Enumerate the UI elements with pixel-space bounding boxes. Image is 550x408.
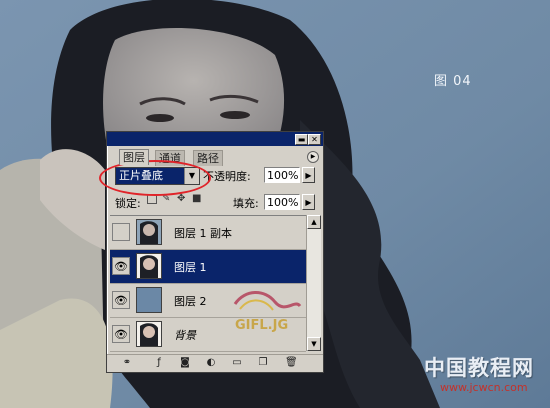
close-icon[interactable]: ✕ (308, 134, 321, 145)
fill-slider-button[interactable]: ▶ (302, 194, 315, 210)
layer-style-icon[interactable]: ƒ (153, 357, 165, 369)
layer-name: 图层 1 (174, 261, 207, 274)
site-url-watermark: www.jcwcn.com (440, 381, 528, 394)
stamp-text: GIFL.JG (235, 318, 288, 333)
layer-thumbnail (136, 219, 162, 245)
lock-all-icon[interactable]: ■ (192, 194, 202, 204)
fill-label: 填充: (233, 197, 259, 210)
decorative-stamp-image: GIFL.JG (233, 291, 302, 333)
mask-icon[interactable]: ◙ (179, 357, 191, 369)
tab-layers[interactable]: 图层 (119, 149, 149, 165)
minimize-icon[interactable]: ▬ (295, 134, 308, 145)
fill-input[interactable]: 100% (264, 194, 300, 210)
lock-label: 锁定: (115, 197, 141, 210)
site-watermark: 中国教程网 (424, 355, 534, 380)
palette-tabs: 图层 通道 路径 ▶ (107, 147, 323, 166)
new-layer-icon[interactable]: ❐ (257, 357, 269, 369)
delete-icon[interactable]: 🗑 (285, 357, 298, 369)
visibility-toggle-empty[interactable] (112, 223, 130, 241)
figure-label: 图 04 (434, 74, 472, 89)
new-group-icon[interactable]: ▭ (231, 357, 243, 369)
layer-row-layer1[interactable]: 👁 图层 1 (110, 250, 306, 284)
layer-row-layer1-copy[interactable]: 图层 1 副本 (110, 216, 306, 250)
layer-thumbnail (136, 287, 162, 313)
palette-titlebar[interactable]: ▬ ✕ (107, 132, 323, 146)
palette-bottom-bar: ⚭ ƒ ◙ ◐ ▭ ❐ 🗑 (107, 354, 323, 372)
eye-icon[interactable]: 👁 (112, 325, 130, 343)
opacity-input[interactable]: 100% (264, 167, 300, 183)
tab-paths[interactable]: 路径 (193, 150, 223, 166)
lock-move-icon[interactable]: ✥ (177, 194, 187, 204)
layer-thumbnail (136, 253, 162, 279)
layer-name: 背景 (174, 329, 196, 342)
annotation-circle (99, 160, 211, 196)
adjustment-icon[interactable]: ◐ (205, 357, 217, 369)
layer-name: 图层 1 副本 (174, 227, 232, 240)
opacity-slider-button[interactable]: ▶ (302, 167, 315, 183)
scroll-up-icon[interactable]: ▲ (307, 215, 321, 229)
layer-name: 图层 2 (174, 295, 207, 308)
palette-menu-icon[interactable]: ▶ (307, 151, 319, 163)
scroll-down-icon[interactable]: ▼ (307, 337, 321, 351)
eye-icon[interactable]: 👁 (112, 257, 130, 275)
layer-list-scrollbar[interactable]: ▲ ▼ (306, 215, 321, 351)
eye-icon[interactable]: 👁 (112, 291, 130, 309)
layer-thumbnail (136, 321, 162, 347)
link-icon[interactable]: ⚭ (121, 357, 133, 369)
